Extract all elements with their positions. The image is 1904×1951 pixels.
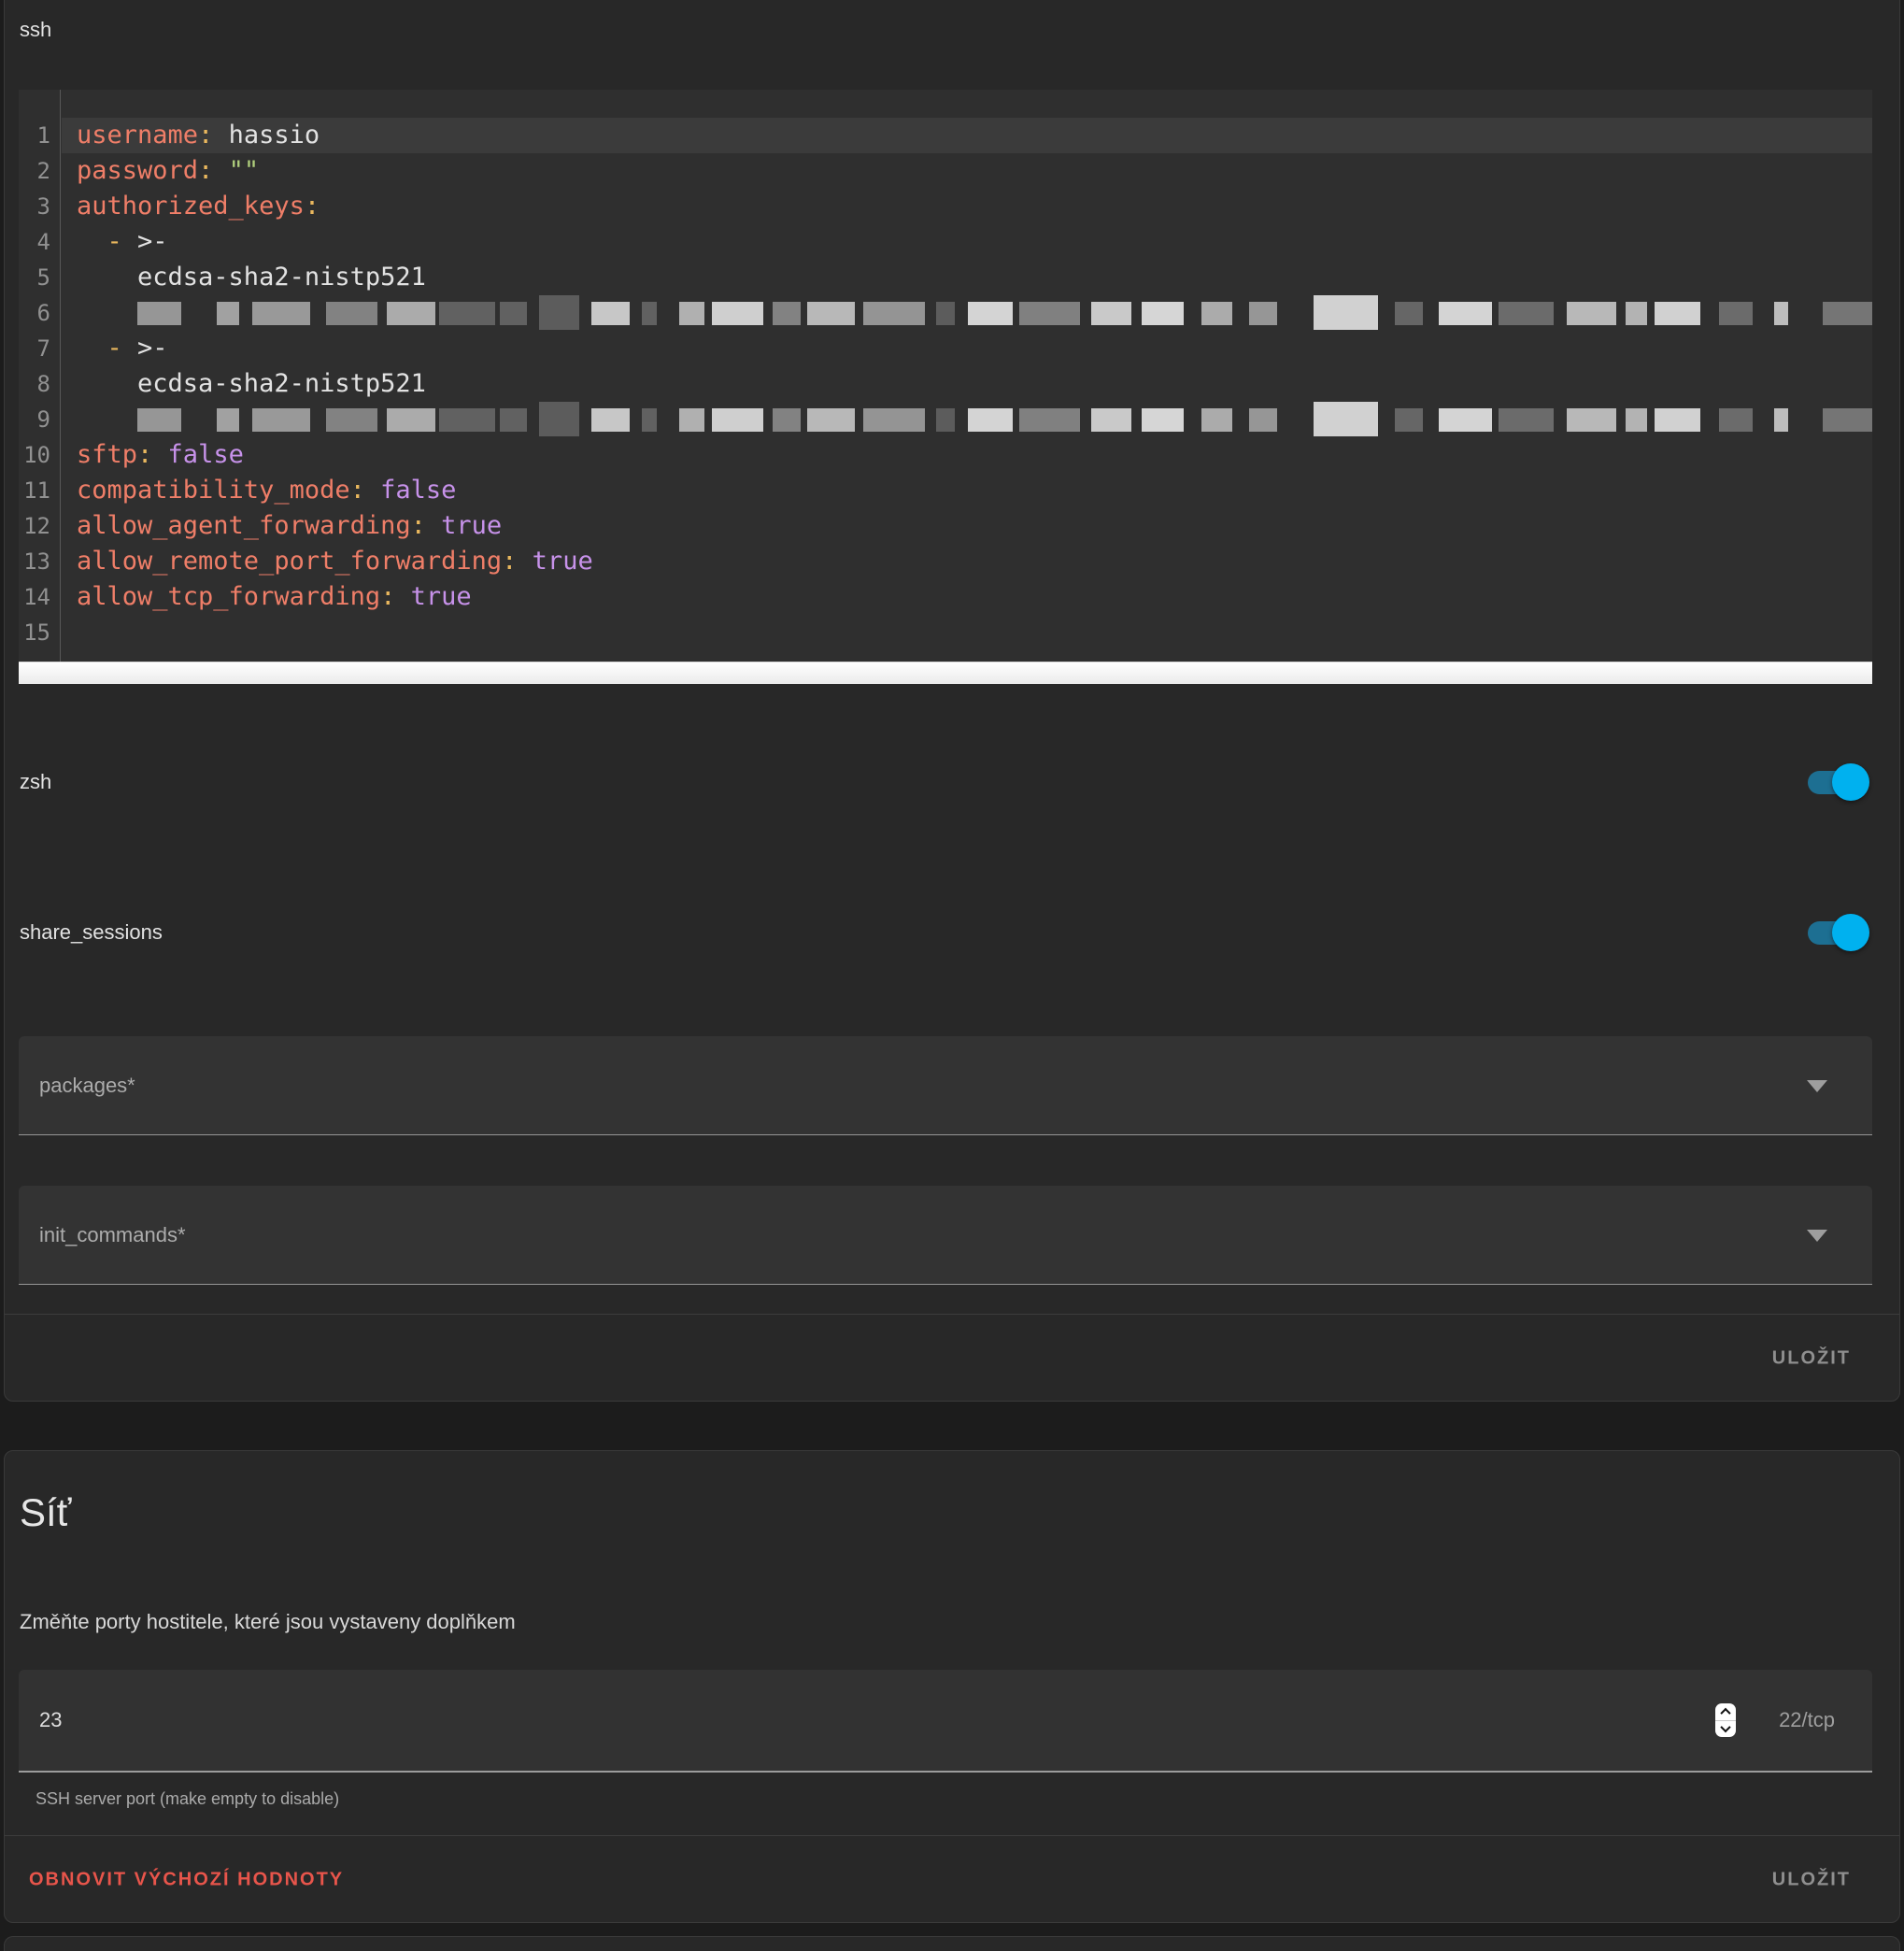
next-card-top-edge bbox=[4, 1936, 1900, 1951]
editor-line: allow_agent_forwarding: true bbox=[62, 508, 1872, 544]
ssh-card-footer: ULOŽIT bbox=[5, 1314, 1899, 1403]
reset-defaults-button[interactable]: OBNOVIT VÝCHOZÍ HODNOTY bbox=[29, 1870, 344, 1891]
network-card: Síť Změňte porty hostitele, které jsou v… bbox=[4, 1450, 1900, 1923]
editor-line: authorized_keys: bbox=[62, 189, 1872, 224]
share-sessions-label: share_sessions bbox=[20, 920, 163, 945]
redacted-key-blur bbox=[137, 402, 1872, 437]
toggle-thumb bbox=[1832, 763, 1869, 801]
line-number: 15 bbox=[19, 615, 60, 650]
yaml-editor[interactable]: 123456789101112131415 username: hassiopa… bbox=[19, 90, 1872, 684]
zsh-toggle[interactable] bbox=[1802, 763, 1869, 801]
editor-line: ecdsa-sha2-nistp521 bbox=[62, 366, 1872, 402]
line-number: 6 bbox=[19, 295, 60, 331]
line-number: 14 bbox=[19, 579, 60, 615]
line-number: 4 bbox=[19, 224, 60, 260]
ssh-port-input[interactable] bbox=[39, 1670, 1534, 1771]
ssh-port-field: 22/tcp bbox=[19, 1670, 1872, 1773]
editor-code: username: hassiopassword: ""authorized_k… bbox=[62, 90, 1872, 662]
editor-line: compatibility_mode: false bbox=[62, 473, 1872, 508]
editor-line: allow_remote_port_forwarding: true bbox=[62, 544, 1872, 579]
line-number: 3 bbox=[19, 189, 60, 224]
container-port-label: 22/tcp bbox=[1779, 1708, 1835, 1732]
ssh-field-label: ssh bbox=[20, 18, 51, 42]
stepper-down-icon[interactable] bbox=[1715, 1721, 1736, 1738]
packages-select[interactable]: packages* bbox=[19, 1036, 1872, 1135]
editor-line: username: hassio bbox=[62, 118, 1872, 153]
init-commands-select-label: init_commands* bbox=[39, 1223, 186, 1247]
editor-line: ecdsa-sha2-nistp521 bbox=[62, 260, 1872, 295]
line-number: 5 bbox=[19, 260, 60, 295]
editor-horizontal-scrollbar[interactable] bbox=[19, 662, 1872, 684]
line-number: 12 bbox=[19, 508, 60, 544]
network-title: Síť bbox=[20, 1490, 71, 1535]
line-number: 7 bbox=[19, 331, 60, 366]
editor-line: allow_tcp_forwarding: true bbox=[62, 579, 1872, 615]
packages-select-label: packages* bbox=[39, 1074, 135, 1098]
init-commands-select[interactable]: init_commands* bbox=[19, 1186, 1872, 1285]
editor-line bbox=[62, 615, 1872, 650]
network-description: Změňte porty hostitele, které jsou vysta… bbox=[20, 1610, 516, 1634]
line-number: 13 bbox=[19, 544, 60, 579]
editor-line: password: "" bbox=[62, 153, 1872, 189]
editor-gutter: 123456789101112131415 bbox=[19, 90, 61, 662]
number-stepper[interactable] bbox=[1715, 1703, 1736, 1737]
share-sessions-toggle[interactable] bbox=[1802, 914, 1869, 951]
chevron-down-icon bbox=[1807, 1230, 1827, 1242]
line-number: 10 bbox=[19, 437, 60, 473]
ssh-port-helper-text: SSH server port (make empty to disable) bbox=[36, 1789, 339, 1809]
line-number: 9 bbox=[19, 402, 60, 437]
chevron-down-icon bbox=[1807, 1080, 1827, 1092]
network-card-footer: OBNOVIT VÝCHOZÍ HODNOTY ULOŽIT bbox=[5, 1835, 1899, 1924]
ssh-options-card: ssh 123456789101112131415 username: hass… bbox=[4, 0, 1900, 1402]
save-button[interactable]: ULOŽIT bbox=[1772, 1870, 1851, 1891]
zsh-row: zsh bbox=[20, 747, 1869, 818]
toggle-thumb bbox=[1832, 914, 1869, 951]
line-number: 11 bbox=[19, 473, 60, 508]
editor-line bbox=[62, 295, 1872, 331]
zsh-label: zsh bbox=[20, 770, 51, 794]
editor-line: - >- bbox=[62, 331, 1872, 366]
redacted-key-blur bbox=[137, 295, 1872, 331]
editor-line: - >- bbox=[62, 224, 1872, 260]
line-number: 1 bbox=[19, 118, 60, 153]
editor-line: sftp: false bbox=[62, 437, 1872, 473]
share-sessions-row: share_sessions bbox=[20, 897, 1869, 968]
stepper-up-icon[interactable] bbox=[1715, 1703, 1736, 1721]
line-number: 2 bbox=[19, 153, 60, 189]
line-number: 8 bbox=[19, 366, 60, 402]
save-button[interactable]: ULOŽIT bbox=[1772, 1348, 1851, 1370]
editor-line bbox=[62, 402, 1872, 437]
